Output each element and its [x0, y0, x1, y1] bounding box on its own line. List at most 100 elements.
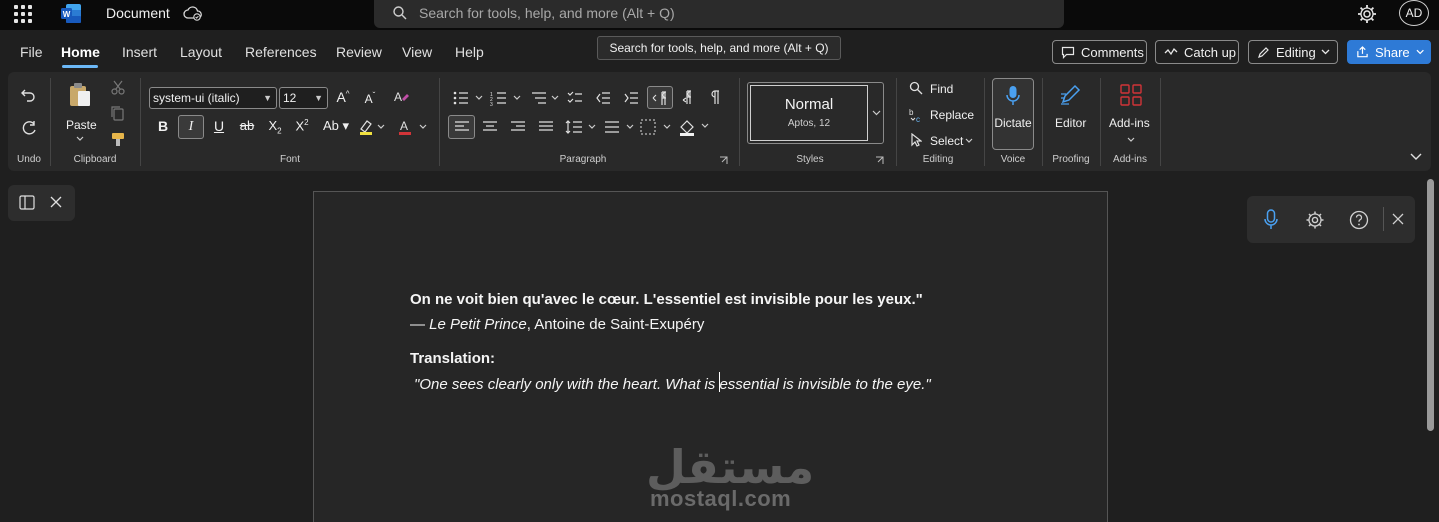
ltr-icon: [652, 91, 667, 105]
editor-label[interactable]: Editor: [1055, 116, 1086, 130]
add-ins-label[interactable]: Add-ins: [1109, 116, 1150, 130]
multilevel-list-icon[interactable]: [530, 90, 562, 106]
styles-group-label: Styles: [796, 154, 824, 165]
chevron-down-icon[interactable]: [1127, 137, 1135, 143]
justify-icon[interactable]: [538, 120, 554, 134]
replace-icon[interactable]: bc: [909, 107, 925, 123]
add-ins-grid-icon[interactable]: [1120, 84, 1142, 106]
document-title[interactable]: Document: [106, 5, 170, 21]
tab-home[interactable]: Home: [61, 44, 100, 60]
tab-references[interactable]: References: [245, 44, 317, 60]
catch-up-button[interactable]: Catch up: [1155, 40, 1239, 64]
tab-layout[interactable]: Layout: [180, 44, 222, 60]
bold-button[interactable]: B: [154, 118, 172, 134]
paste-icon[interactable]: [68, 82, 92, 108]
tab-insert[interactable]: Insert: [122, 44, 157, 60]
navigation-pane-icon[interactable]: [19, 195, 35, 210]
settings-gear-icon[interactable]: [1356, 3, 1378, 25]
replace-label[interactable]: Replace: [930, 108, 974, 122]
copy-icon[interactable]: [111, 106, 125, 121]
align-center-icon[interactable]: [482, 120, 498, 134]
cloud-saved-icon[interactable]: [183, 4, 203, 22]
tab-view[interactable]: View: [402, 44, 432, 60]
tab-help[interactable]: Help: [455, 44, 484, 60]
change-case-button[interactable]: Ab ▾: [322, 118, 350, 134]
select-cursor-icon[interactable]: [910, 133, 922, 147]
paste-label[interactable]: Paste: [66, 118, 97, 132]
search-icon: [393, 6, 407, 20]
grow-font-icon[interactable]: A^: [335, 89, 351, 105]
tab-review[interactable]: Review: [336, 44, 382, 60]
decrease-indent-icon[interactable]: [595, 90, 611, 106]
ribbon-divider: [1100, 78, 1101, 166]
tab-file[interactable]: File: [20, 44, 43, 60]
styles-expand-chevron-icon[interactable]: [872, 110, 881, 116]
microphone-icon[interactable]: [1262, 209, 1280, 231]
redo-icon[interactable]: [20, 120, 38, 138]
checklist-icon[interactable]: [567, 90, 583, 106]
rtl-paragraph-icon[interactable]: [680, 89, 698, 105]
find-label[interactable]: Find: [930, 82, 953, 96]
comments-button[interactable]: Comments: [1052, 40, 1147, 64]
style-font: Aptos, 12: [787, 118, 831, 129]
italic-button[interactable]: I: [178, 115, 204, 139]
svg-text:A: A: [400, 119, 408, 133]
show-paragraph-marks-icon[interactable]: [709, 89, 723, 105]
translation-heading[interactable]: Translation:: [410, 350, 495, 367]
search-box[interactable]: Search for tools, help, and more (Alt + …: [374, 0, 1064, 28]
borders-icon[interactable]: [640, 119, 672, 135]
strikethrough-button[interactable]: ab: [238, 118, 256, 133]
english-translation[interactable]: "One sees clearly only with the heart. W…: [414, 376, 931, 393]
french-quote[interactable]: On ne voit bien qu'avec le cœur. L'essen…: [410, 291, 923, 308]
ribbon-divider: [140, 78, 141, 166]
share-button[interactable]: Share: [1347, 40, 1431, 64]
ribbon-collapse-chevron-icon[interactable]: [1410, 153, 1422, 161]
editing-mode-button[interactable]: Editing: [1248, 40, 1338, 64]
bullets-icon[interactable]: [452, 90, 484, 106]
align-left-button[interactable]: [448, 115, 475, 139]
chevron-down-icon: [1416, 49, 1424, 55]
help-icon[interactable]: [1349, 210, 1369, 230]
line-spacing-icon[interactable]: [565, 119, 597, 135]
close-icon[interactable]: [1392, 213, 1404, 225]
styles-dialog-launcher-icon[interactable]: [875, 156, 884, 165]
close-icon[interactable]: [50, 196, 62, 208]
chevron-down-icon[interactable]: [965, 138, 973, 144]
font-name-select[interactable]: system-ui (italic) ▼: [149, 87, 277, 109]
undo-icon[interactable]: [20, 86, 38, 104]
search-placeholder[interactable]: Search for tools, help, and more (Alt + …: [419, 5, 675, 21]
book-title: Le Petit Prince: [429, 316, 527, 333]
subscript-button[interactable]: X2: [265, 118, 285, 136]
highlight-color-icon[interactable]: [358, 118, 386, 136]
ltr-paragraph-button[interactable]: [647, 86, 673, 109]
settings-gear-icon[interactable]: [1305, 210, 1325, 230]
paragraph-dialog-launcher-icon[interactable]: [719, 156, 728, 165]
increase-indent-icon[interactable]: [623, 90, 639, 106]
superscript-button[interactable]: X2: [292, 118, 312, 133]
align-right-icon[interactable]: [510, 120, 526, 134]
quote-attribution[interactable]: — Le Petit Prince, Antoine de Saint-Exup…: [410, 316, 704, 333]
dictate-label: Dictate: [994, 116, 1032, 130]
clear-formatting-icon[interactable]: A: [393, 89, 409, 105]
chevron-down-icon[interactable]: [76, 136, 84, 142]
font-color-icon[interactable]: A: [397, 118, 429, 136]
font-name-value: system-ui (italic): [153, 91, 240, 105]
font-size-select[interactable]: 12 ▼: [279, 87, 328, 109]
format-painter-icon[interactable]: [111, 132, 125, 147]
numbering-icon[interactable]: 123: [490, 90, 522, 106]
word-logo-icon[interactable]: W: [61, 4, 81, 23]
ribbon-divider: [50, 78, 51, 166]
select-label[interactable]: Select: [930, 134, 963, 148]
user-avatar[interactable]: AD: [1399, 0, 1429, 26]
underline-button[interactable]: U: [211, 118, 227, 134]
find-icon[interactable]: [909, 81, 923, 95]
cut-icon[interactable]: [111, 80, 125, 95]
shrink-font-icon[interactable]: Aˇ: [362, 91, 378, 106]
editor-pen-icon[interactable]: [1059, 84, 1083, 106]
paragraph-spacing-icon[interactable]: [603, 119, 635, 135]
app-launcher-icon[interactable]: [14, 5, 32, 23]
shading-icon[interactable]: [678, 118, 712, 136]
style-normal-tile[interactable]: [750, 85, 868, 141]
scrollbar-thumb[interactable]: [1427, 179, 1434, 431]
svg-text:W: W: [63, 10, 71, 19]
